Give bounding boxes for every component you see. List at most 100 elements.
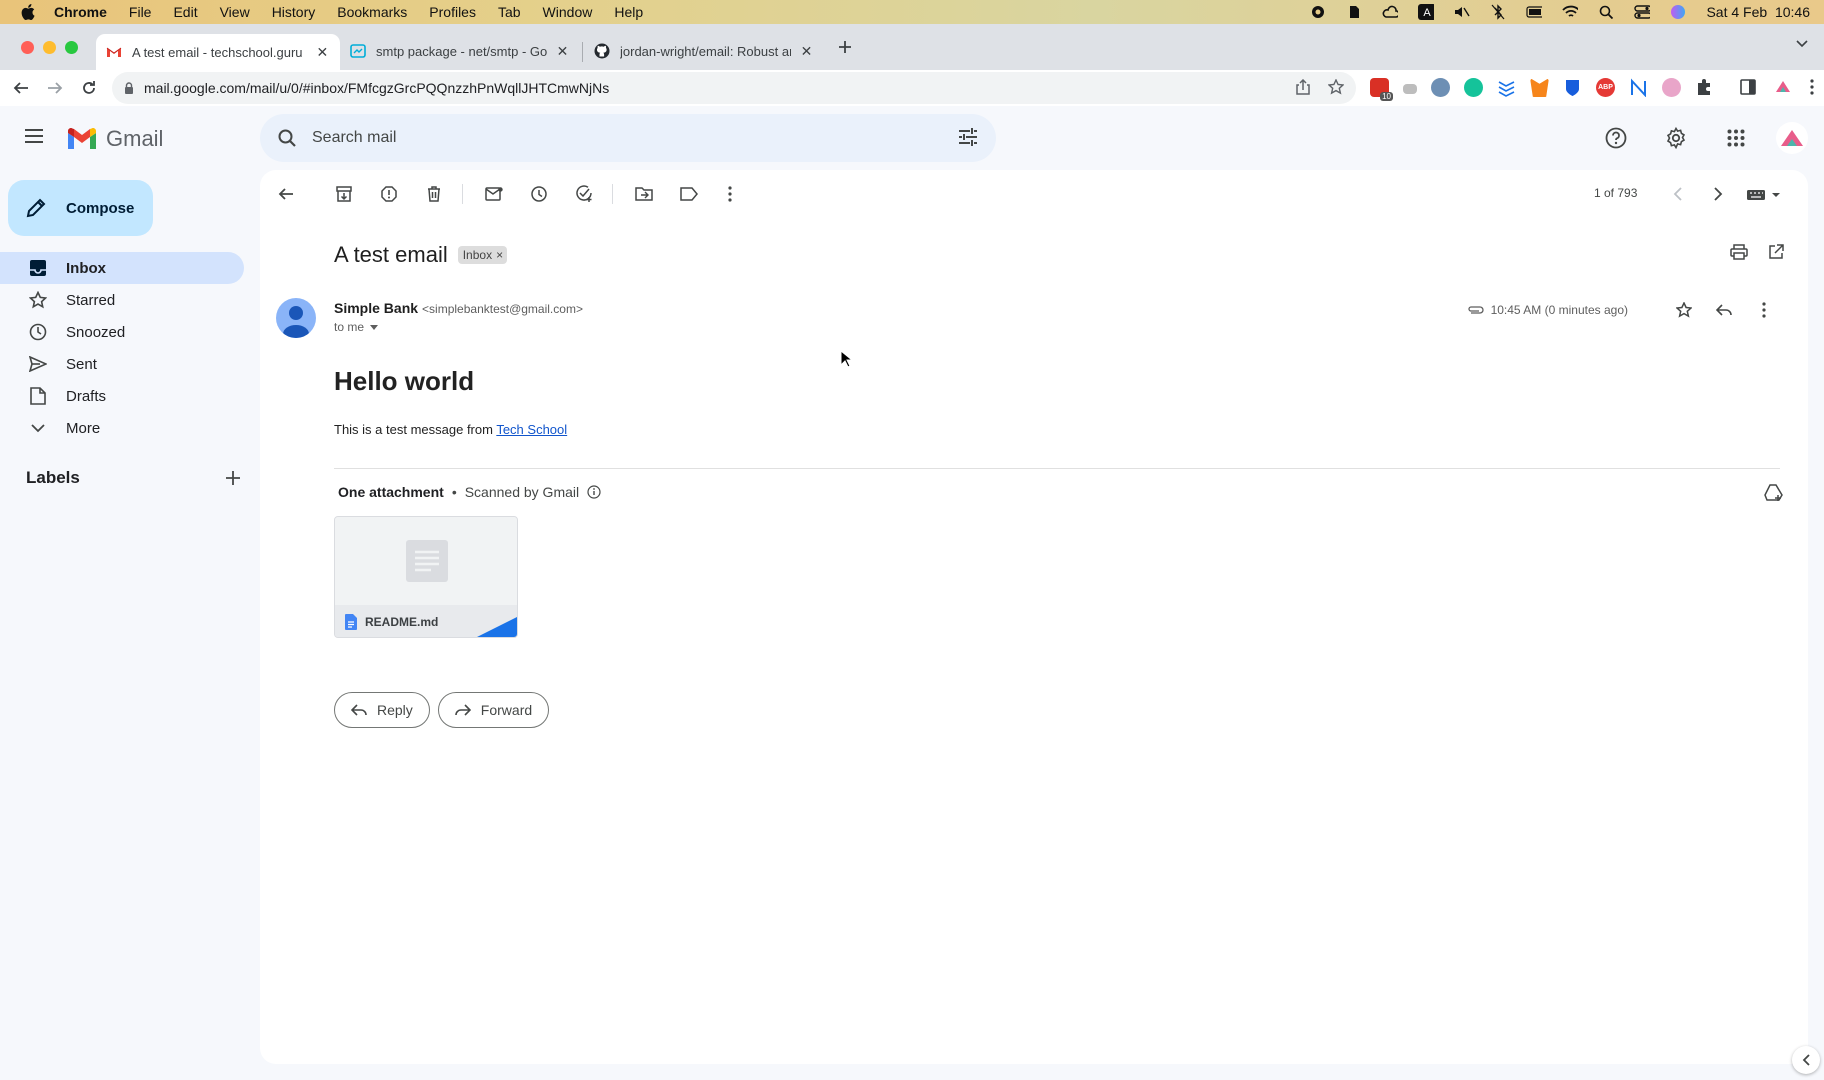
sidebar-item-drafts[interactable]: Drafts: [0, 380, 244, 412]
settings-button[interactable]: [1656, 118, 1696, 158]
grammarly-icon[interactable]: [1464, 78, 1483, 97]
menubar-clock[interactable]: Sat 4 Feb 10:46: [1706, 4, 1810, 20]
add-label-icon[interactable]: [226, 471, 240, 485]
back-button[interactable]: [8, 75, 34, 101]
menu-file[interactable]: File: [129, 4, 152, 20]
close-tab-icon[interactable]: ✕: [799, 43, 814, 59]
close-tab-icon[interactable]: ✕: [315, 44, 330, 60]
labels-button[interactable]: [677, 182, 701, 206]
mute-icon[interactable]: [1454, 4, 1471, 20]
menu-app-name[interactable]: Chrome: [54, 4, 107, 20]
forward-pill-button[interactable]: Forward: [437, 692, 550, 728]
record-icon[interactable]: [1310, 4, 1326, 20]
bookmark-star-icon[interactable]: [1328, 79, 1344, 95]
print-icon[interactable]: [1730, 244, 1748, 260]
delete-button[interactable]: [422, 182, 446, 206]
newer-button[interactable]: [1666, 182, 1690, 206]
extension-icon[interactable]: [1629, 78, 1648, 97]
compose-button[interactable]: Compose: [8, 180, 153, 236]
show-side-panel-button[interactable]: [1792, 1046, 1820, 1074]
reload-button[interactable]: [76, 75, 102, 101]
support-button[interactable]: [1596, 118, 1636, 158]
add-to-tasks-button[interactable]: [572, 182, 596, 206]
archive-button[interactable]: [332, 182, 356, 206]
chrome-menu-icon[interactable]: [1810, 79, 1814, 95]
calendar-extension-icon[interactable]: 10: [1370, 78, 1393, 101]
reply-button[interactable]: [1712, 298, 1736, 322]
info-icon[interactable]: [587, 485, 601, 499]
sidebar-item-inbox[interactable]: Inbox: [0, 252, 244, 284]
report-spam-button[interactable]: [377, 182, 401, 206]
extension-icon[interactable]: [1497, 78, 1516, 97]
snooze-button[interactable]: [527, 182, 551, 206]
extension-icon[interactable]: [1431, 78, 1450, 97]
attachment-card[interactable]: README.md: [334, 516, 518, 638]
menu-view[interactable]: View: [220, 4, 250, 20]
tab-search-button[interactable]: [1796, 40, 1808, 48]
account-avatar[interactable]: [1776, 122, 1808, 154]
menu-history[interactable]: History: [272, 4, 316, 20]
close-window-button[interactable]: [21, 41, 34, 54]
cloud-icon[interactable]: [1382, 4, 1399, 20]
menu-help[interactable]: Help: [614, 4, 643, 20]
search-options-icon[interactable]: [958, 127, 978, 147]
message-more-button[interactable]: [1752, 298, 1776, 322]
tab-smtp-package[interactable]: smtp package - net/smtp - Go ✕: [340, 34, 580, 68]
mark-unread-button[interactable]: [482, 182, 506, 206]
sender-avatar[interactable]: [276, 298, 316, 338]
search-input[interactable]: Search mail: [312, 129, 396, 147]
menu-tab[interactable]: Tab: [498, 4, 521, 20]
google-apps-button[interactable]: [1716, 118, 1756, 158]
open-in-new-window-icon[interactable]: [1768, 244, 1784, 260]
spotlight-search-icon[interactable]: [1598, 4, 1614, 20]
side-panel-icon[interactable]: [1740, 79, 1756, 95]
add-all-to-drive-button[interactable]: [1764, 484, 1784, 502]
bluetooth-off-icon[interactable]: [1490, 4, 1506, 20]
close-tab-icon[interactable]: ✕: [555, 43, 570, 59]
search-icon[interactable]: [278, 129, 296, 147]
control-center-icon[interactable]: [1634, 4, 1651, 20]
sender-name[interactable]: Simple Bank: [334, 300, 418, 316]
bitwarden-icon[interactable]: [1563, 78, 1582, 97]
menu-bookmarks[interactable]: Bookmarks: [337, 4, 407, 20]
older-button[interactable]: [1706, 182, 1730, 206]
menu-edit[interactable]: Edit: [173, 4, 197, 20]
more-actions-button[interactable]: [718, 182, 742, 206]
reply-pill-button[interactable]: Reply: [334, 692, 430, 728]
minimize-window-button[interactable]: [43, 41, 56, 54]
evernote-icon[interactable]: [1346, 4, 1362, 20]
extension-icon[interactable]: [1403, 83, 1417, 94]
tab-github-email[interactable]: jordan-wright/email: Robust an ✕: [584, 34, 824, 68]
menu-profiles[interactable]: Profiles: [429, 4, 476, 20]
siri-icon[interactable]: [1670, 4, 1686, 20]
puzzle-extensions-icon[interactable]: [1695, 78, 1714, 97]
tech-school-link[interactable]: Tech School: [496, 422, 567, 437]
star-button[interactable]: [1672, 298, 1696, 322]
back-to-inbox-button[interactable]: [274, 182, 298, 206]
address-bar[interactable]: mail.google.com/mail/u/0/#inbox/FMfcgzGr…: [112, 72, 1356, 104]
share-icon[interactable]: [1296, 79, 1310, 95]
sidebar-item-sent[interactable]: Sent: [0, 348, 244, 380]
main-menu-button[interactable]: [24, 128, 44, 144]
sidebar-item-snoozed[interactable]: Snoozed: [0, 316, 244, 348]
move-to-button[interactable]: [632, 182, 656, 206]
gmail-logo[interactable]: Gmail: [66, 126, 163, 152]
sidebar-item-starred[interactable]: Starred: [0, 284, 244, 316]
menu-window[interactable]: Window: [543, 4, 593, 20]
input-tools-button[interactable]: [1744, 182, 1784, 206]
text-input-icon[interactable]: A: [1418, 4, 1435, 20]
forward-button[interactable]: [42, 75, 68, 101]
new-tab-button[interactable]: [838, 40, 852, 54]
remove-label-icon[interactable]: ×: [496, 248, 503, 262]
lock-icon[interactable]: [124, 82, 134, 94]
sidebar-item-more[interactable]: More: [0, 412, 244, 444]
battery-icon[interactable]: [1526, 4, 1543, 20]
profile-avatar-icon[interactable]: [1774, 78, 1792, 96]
show-details-icon[interactable]: [370, 324, 379, 330]
apple-icon[interactable]: [20, 4, 36, 20]
zoom-window-button[interactable]: [65, 41, 78, 54]
inbox-label-chip[interactable]: Inbox ×: [457, 246, 508, 264]
url-text[interactable]: mail.google.com/mail/u/0/#inbox/FMfcgzGr…: [144, 80, 609, 96]
tab-gmail[interactable]: A test email - techschool.guru ✕: [96, 34, 340, 70]
extension-icon[interactable]: [1662, 78, 1681, 97]
